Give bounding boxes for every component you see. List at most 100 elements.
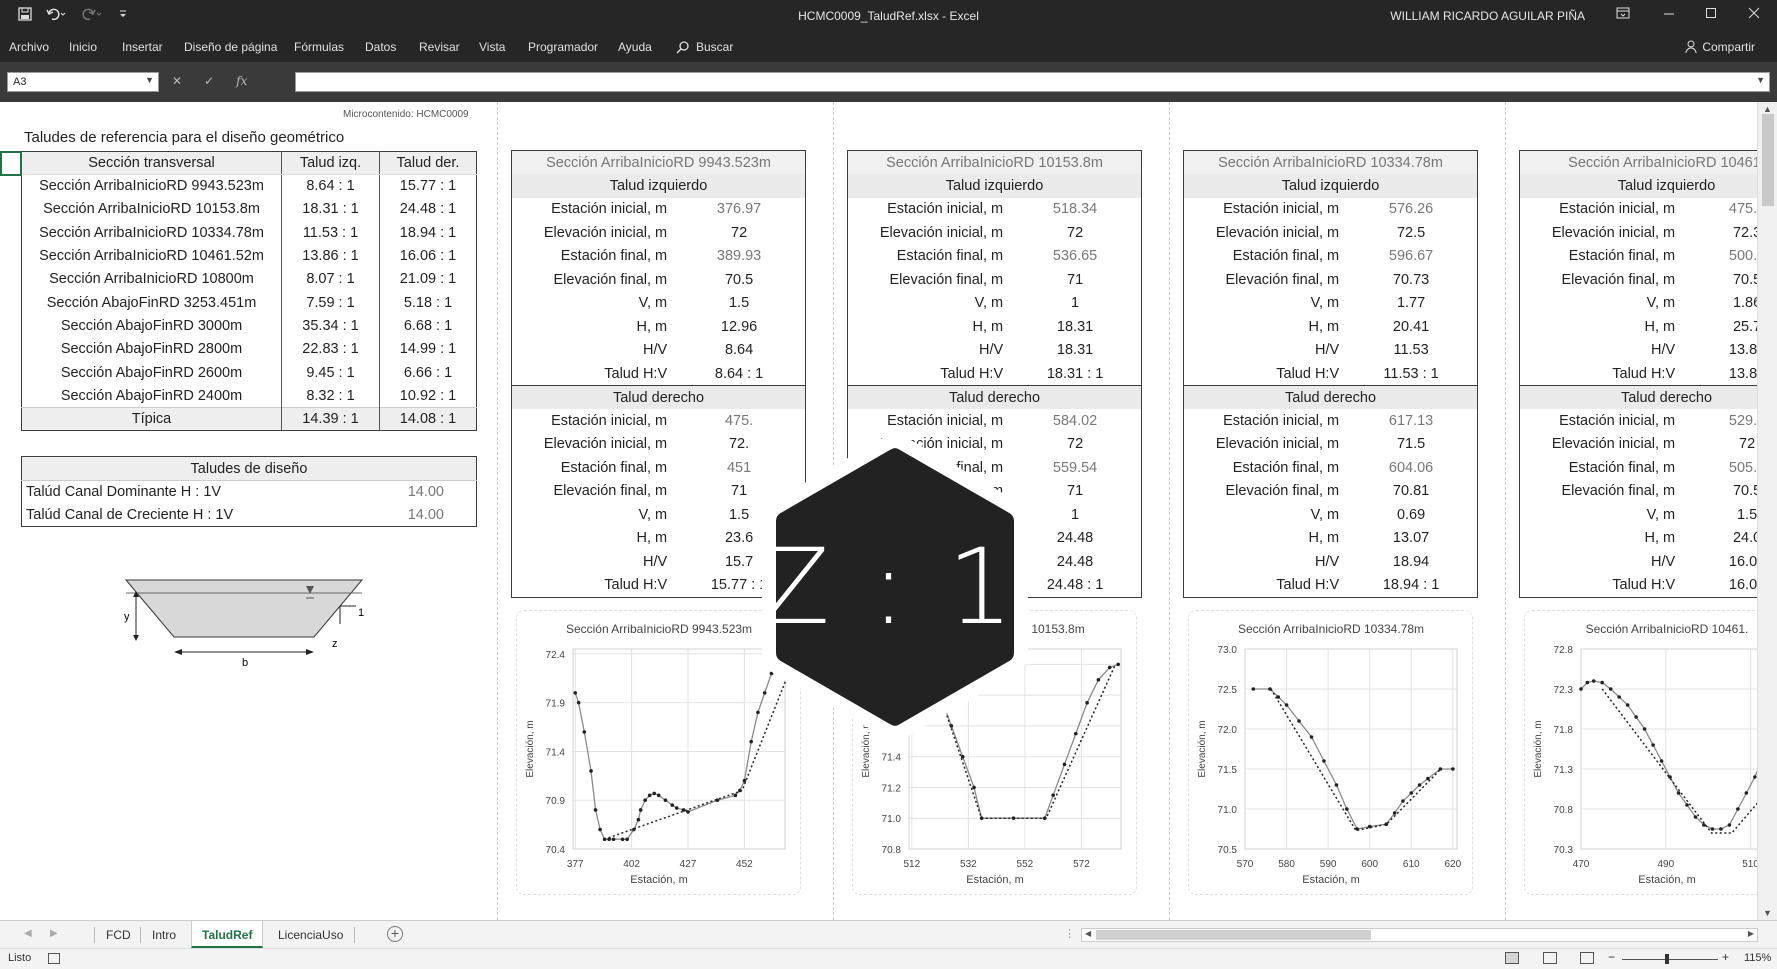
row-label[interactable]: Estación inicial, m	[1184, 409, 1345, 433]
row-label[interactable]: H, m	[1184, 315, 1345, 339]
table-cell[interactable]: Sección ArribaInicioRD 10461.52m	[21, 244, 282, 268]
table-cell[interactable]: Sección AbajoFinRD 2800m	[21, 337, 282, 361]
row-value[interactable]: 1.5	[673, 292, 805, 316]
row-label[interactable]: Elevación final, m	[512, 480, 673, 504]
row-value[interactable]: 596.67	[1345, 245, 1477, 269]
row-value[interactable]: 389.93	[673, 245, 805, 269]
table-cell[interactable]: 10.92 : 1	[380, 384, 477, 407]
row-label[interactable]: H, m	[1520, 315, 1681, 339]
row-label[interactable]: Elevación inicial, m	[848, 221, 1009, 245]
row-label[interactable]: Elevación final, m	[1184, 480, 1345, 504]
scroll-left-icon[interactable]: ◀	[1085, 929, 1091, 938]
row-label[interactable]: H/V	[1184, 339, 1345, 363]
table-cell[interactable]: 14.00	[360, 504, 476, 527]
row-label[interactable]: V, m	[1520, 292, 1681, 316]
row-value[interactable]: 18.31 : 1	[1009, 362, 1141, 386]
table-cell[interactable]: 6.66 : 1	[380, 361, 477, 384]
row-label[interactable]: Estación final, m	[1184, 456, 1345, 480]
row-value[interactable]: 11.53 : 1	[1345, 362, 1477, 386]
row-label[interactable]: Elevación final, m	[1520, 268, 1681, 292]
table-footer-cell[interactable]: 14.08 : 1	[379, 406, 477, 431]
row-label[interactable]: H/V	[512, 339, 673, 363]
chevron-down-icon[interactable]: ▼	[145, 75, 154, 85]
row-label[interactable]: Estación final, m	[1184, 245, 1345, 269]
tab-vista[interactable]: Vista	[479, 40, 505, 54]
row-label[interactable]: Estación final, m	[512, 456, 673, 480]
tab-archivo[interactable]: Archivo	[9, 40, 49, 54]
row-value[interactable]: 11.53	[1345, 339, 1477, 363]
row-label[interactable]: Elevación inicial, m	[1184, 221, 1345, 245]
tab-buscar[interactable]: Buscar	[696, 40, 733, 54]
table-cell[interactable]: 8.64 : 1	[281, 174, 380, 198]
row-label[interactable]: Elevación final, m	[512, 268, 673, 292]
row-label[interactable]: V, m	[848, 292, 1009, 316]
row-value[interactable]: 18.94	[1345, 550, 1477, 574]
row-label[interactable]: Elevación inicial, m	[512, 433, 673, 457]
row-value[interactable]: 8.64 : 1	[673, 362, 805, 386]
row-label[interactable]: Talud H:V	[1520, 362, 1681, 386]
row-label[interactable]: Estación inicial, m	[848, 198, 1009, 222]
row-value[interactable]: 20.41	[1345, 315, 1477, 339]
row-label[interactable]: Talud H:V	[512, 574, 673, 598]
row-label[interactable]: H/V	[512, 550, 673, 574]
table-cell[interactable]: 18.94 : 1	[380, 221, 477, 244]
worksheet[interactable]: Microcontenido: HCMC0009 Taludes de refe…	[0, 102, 1777, 920]
sheet-tab-fcd[interactable]: FCD	[96, 921, 141, 948]
table-cell[interactable]: 16.06 : 1	[380, 244, 477, 267]
table-cell[interactable]: 22.83 : 1	[281, 337, 380, 361]
row-label[interactable]: V, m	[1520, 503, 1681, 527]
row-value[interactable]: 13.07	[1345, 527, 1477, 551]
expand-formula-icon[interactable]: ▼	[1756, 75, 1765, 85]
table-cell[interactable]: 7.59 : 1	[281, 290, 380, 315]
vertical-scrollbar[interactable]: ▲ ▼	[1757, 102, 1777, 920]
row-value[interactable]: 18.94 : 1	[1345, 574, 1477, 598]
tab-datos[interactable]: Datos	[365, 40, 396, 54]
row-label[interactable]: H/V	[1184, 550, 1345, 574]
table-cell[interactable]: 35.34 : 1	[281, 314, 380, 338]
confirm-entry-icon[interactable]: ✓	[204, 74, 214, 88]
row-label[interactable]: H/V	[848, 339, 1009, 363]
ribbon-display-options-icon[interactable]	[1616, 6, 1630, 23]
row-value[interactable]: 604.06	[1345, 456, 1477, 480]
table-cell[interactable]: 18.31 : 1	[281, 197, 380, 222]
row-value[interactable]: 70.81	[1345, 480, 1477, 504]
row-label[interactable]: Talud H:V	[1184, 574, 1345, 598]
row-label[interactable]: V, m	[1184, 503, 1345, 527]
row-label[interactable]: Estación inicial, m	[1520, 409, 1681, 433]
scroll-thumb[interactable]	[1096, 930, 1371, 940]
row-label[interactable]: V, m	[512, 292, 673, 316]
tab-ayuda[interactable]: Ayuda	[618, 40, 652, 54]
formula-input[interactable]: ▼	[295, 72, 1770, 92]
row-label[interactable]: Talud H:V	[512, 362, 673, 386]
row-value[interactable]: 12.96	[673, 315, 805, 339]
table-cell[interactable]: 24.48 : 1	[380, 198, 477, 221]
table-cell[interactable]: 14.00	[360, 481, 476, 504]
row-label[interactable]: Estación final, m	[848, 245, 1009, 269]
tab-splitter-icon[interactable]: ⋮	[1064, 927, 1075, 940]
cancel-entry-icon[interactable]: ✕	[172, 74, 182, 88]
table-cell[interactable]: Sección AbajoFinRD 3000m	[21, 314, 282, 338]
row-label[interactable]: H/V	[1520, 550, 1681, 574]
row-label[interactable]: Estación inicial, m	[1184, 198, 1345, 222]
table-footer-cell[interactable]: Típica	[21, 406, 282, 431]
tab-insertar[interactable]: Insertar	[122, 40, 163, 54]
maximize-icon[interactable]	[1704, 6, 1718, 23]
row-label[interactable]: Elevación final, m	[1184, 268, 1345, 292]
row-label[interactable]: Elevación inicial, m	[1184, 433, 1345, 457]
row-value[interactable]: 0.69	[1345, 503, 1477, 527]
table-cell[interactable]: 8.07 : 1	[281, 267, 380, 291]
macro-recording-icon[interactable]	[48, 953, 60, 964]
table-cell[interactable]: Talúd Canal Dominante H : 1V	[22, 481, 361, 504]
row-value[interactable]: 617.13	[1345, 409, 1477, 433]
row-label[interactable]: Estación inicial, m	[512, 198, 673, 222]
row-label[interactable]: Estación final, m	[1520, 456, 1681, 480]
row-value[interactable]: 1.77	[1345, 292, 1477, 316]
row-label[interactable]: Elevación final, m	[1520, 480, 1681, 504]
tab-programador[interactable]: Programador	[528, 40, 598, 54]
user-name[interactable]: WILLIAM RICARDO AGUILAR PIÑA	[1390, 9, 1585, 23]
tab-revisar[interactable]: Revisar	[419, 40, 460, 54]
scroll-down-icon[interactable]: ▼	[1763, 908, 1772, 918]
zoom-slider[interactable]	[1622, 959, 1718, 960]
chart-container[interactable]: Sección ArribaInicioRD 10461. 72.8 72.3 71.…	[1524, 610, 1777, 895]
sheet-tab-licenciauso[interactable]: LicenciaUso	[268, 921, 353, 948]
